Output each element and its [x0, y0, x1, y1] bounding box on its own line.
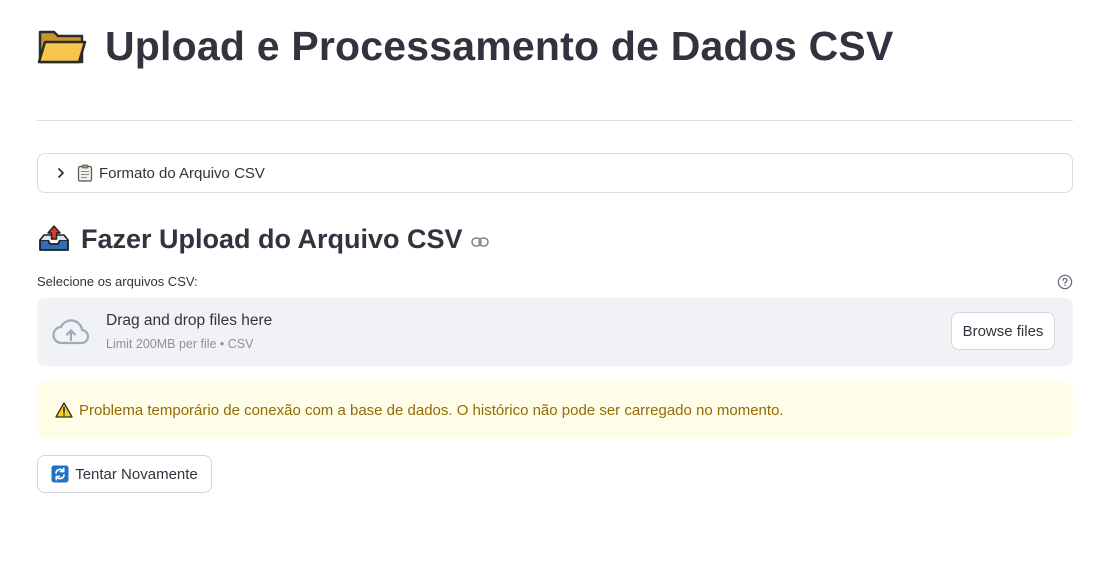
warning-text: Problema temporário de conexão com a bas…: [79, 401, 784, 419]
dropzone-limit: Limit 200MB per file • CSV: [106, 337, 254, 351]
outbox-tray-icon: [39, 225, 69, 251]
expander-label: Formato do Arquivo CSV: [99, 164, 265, 182]
file-dropzone[interactable]: Drag and drop files here Limit 200MB per…: [37, 298, 1073, 366]
retry-button-label: Tentar Novamente: [75, 465, 198, 483]
cloud-upload-icon: [52, 319, 90, 345]
warning-icon: [55, 402, 73, 418]
retry-button[interactable]: Tentar Novamente: [37, 455, 212, 493]
csv-format-expander[interactable]: Formato do Arquivo CSV: [37, 153, 1073, 193]
open-folder-icon: [37, 30, 87, 64]
browse-files-button[interactable]: Browse files: [951, 312, 1055, 350]
upload-section-heading: Fazer Upload do Arquivo CSV: [37, 222, 489, 256]
uploader-label: Selecione os arquivos CSV:: [37, 274, 198, 289]
link-icon[interactable]: [470, 236, 489, 248]
refresh-icon: [51, 465, 69, 483]
chevron-right-icon: [58, 168, 64, 178]
page-title: Upload e Processamento de Dados CSV: [37, 22, 894, 70]
clipboard-icon: [77, 164, 93, 182]
help-icon[interactable]: [1057, 274, 1073, 290]
upload-section-title: Fazer Upload do Arquivo CSV: [81, 223, 463, 254]
page-title-text: Upload e Processamento de Dados CSV: [105, 22, 894, 69]
warning-alert: Problema temporário de conexão com a bas…: [37, 382, 1073, 438]
divider: [37, 120, 1073, 121]
dropzone-instructions: Drag and drop files here: [106, 312, 273, 329]
